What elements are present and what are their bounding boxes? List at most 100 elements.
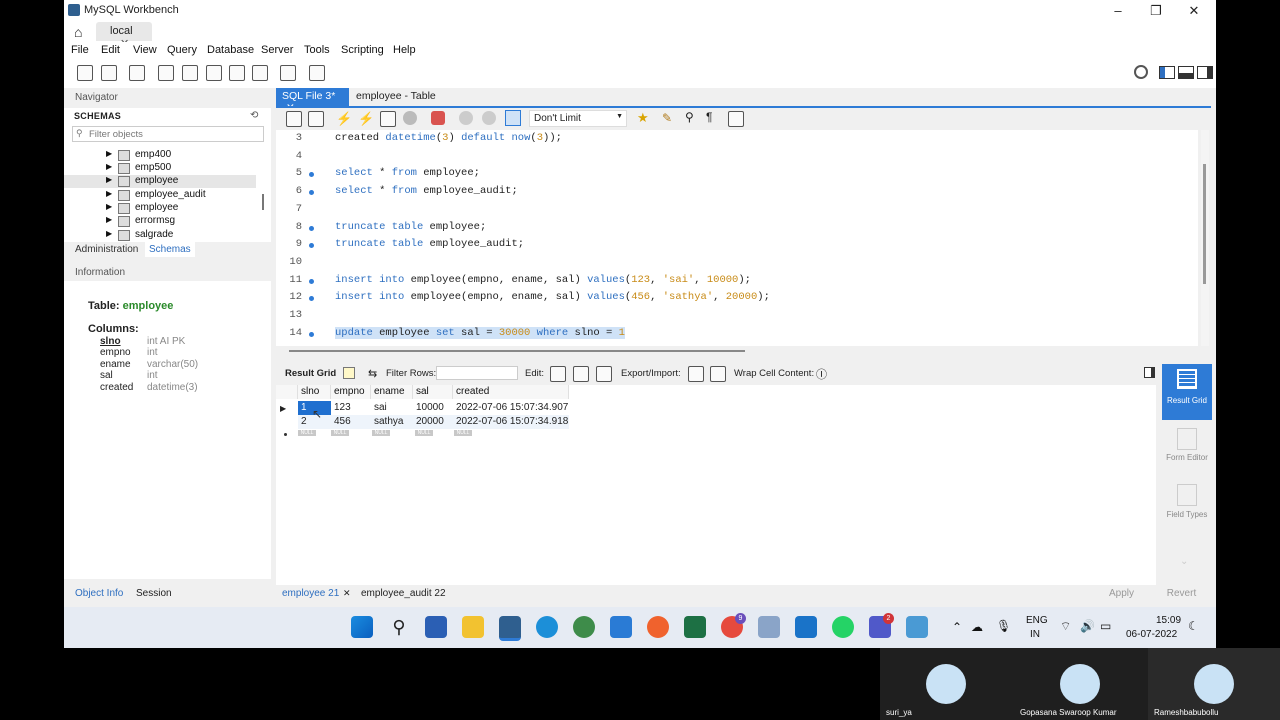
limit-select[interactable]: Don't Limit ▼: [529, 110, 627, 127]
menu-server[interactable]: Server: [261, 44, 293, 56]
save-icon[interactable]: [308, 111, 324, 127]
field-types-side-button[interactable]: Field Types: [1162, 482, 1212, 528]
column-header[interactable]: slno: [298, 385, 331, 399]
grid-cell[interactable]: 10000: [413, 401, 453, 415]
stop-icon[interactable]: [403, 111, 417, 125]
revert-button[interactable]: Revert: [1154, 588, 1209, 599]
menu-edit[interactable]: Edit: [101, 44, 120, 56]
tree-item-selected[interactable]: ▶ employee: [64, 175, 256, 188]
participant-tile[interactable]: suri_ya: [880, 648, 1014, 720]
volume-icon[interactable]: 🔊: [1080, 619, 1095, 633]
language-eng[interactable]: ENG: [1026, 615, 1048, 626]
grid-cell[interactable]: sai: [371, 401, 413, 415]
notepad-icon[interactable]: [906, 616, 928, 638]
tree-item[interactable]: ▶ emp400: [64, 149, 256, 162]
tab-employee-table[interactable]: employee - Table: [350, 88, 450, 106]
vscroll-thumb[interactable]: [1203, 164, 1206, 284]
filter-rows-input[interactable]: [436, 366, 518, 380]
column-header[interactable]: sal: [413, 385, 453, 399]
refresh-schemas-icon[interactable]: ⟲: [250, 110, 258, 121]
inspector-icon[interactable]: [129, 65, 145, 81]
delete-row-icon[interactable]: [596, 366, 612, 382]
tab-employee-audit-result[interactable]: employee_audit 22: [361, 588, 446, 599]
grid-cell[interactable]: 123: [331, 401, 371, 415]
participant-tile[interactable]: Rameshbabubollu: [1148, 648, 1280, 720]
tab-session[interactable]: Session: [136, 588, 172, 599]
create-procedure-icon[interactable]: [229, 65, 245, 81]
new-sql-tab-icon[interactable]: [77, 65, 93, 81]
wrap-cell-icon[interactable]: Ⓘ: [816, 366, 827, 382]
add-row-icon[interactable]: [573, 366, 589, 382]
execute-current-icon[interactable]: ⚡: [358, 111, 374, 127]
editor-hscroll-thumb[interactable]: [289, 350, 745, 352]
vscode-icon[interactable]: [610, 616, 632, 638]
rollback-icon[interactable]: [482, 111, 496, 125]
column-header[interactable]: empno: [331, 385, 371, 399]
apply-button[interactable]: Apply: [1094, 588, 1149, 599]
search-table-data-icon[interactable]: [280, 65, 296, 81]
close-window-button[interactable]: ✕: [1186, 3, 1202, 19]
whatsapp-icon[interactable]: [832, 616, 854, 638]
code-line[interactable]: 11 insert into employee(empno, ename, sal…: [276, 274, 1198, 290]
grid-cell[interactable]: 20000: [413, 415, 453, 429]
grid-cell[interactable]: 2022-07-06 15:07:34.907: [453, 401, 569, 415]
open-sql-script-icon[interactable]: [101, 65, 117, 81]
find-icon[interactable]: ⚲: [685, 110, 694, 124]
code-line[interactable]: 14 update employee set sal = 30000 where …: [276, 326, 1198, 343]
create-function-icon[interactable]: [252, 65, 268, 81]
tree-item[interactable]: ▶ employee_audit: [64, 189, 256, 202]
minimize-button[interactable]: –: [1110, 3, 1126, 18]
file-explorer-icon[interactable]: [462, 616, 484, 638]
favorite-icon[interactable]: ★: [637, 110, 649, 126]
create-table-icon[interactable]: [182, 65, 198, 81]
tree-item[interactable]: ▶ salgrade: [64, 229, 256, 242]
null-badge[interactable]: NULL: [415, 430, 433, 436]
code-line[interactable]: 10: [276, 256, 1198, 272]
moon-icon[interactable]: ☾: [1188, 619, 1199, 633]
start-icon[interactable]: [351, 616, 373, 638]
commit-icon[interactable]: [459, 111, 473, 125]
cloud-icon[interactable]: ☁: [971, 620, 983, 634]
create-view-icon[interactable]: [206, 65, 222, 81]
code-line[interactable]: 13: [276, 309, 1198, 325]
import-icon[interactable]: [710, 366, 726, 382]
tab-administration[interactable]: Administration: [75, 244, 138, 255]
code-line[interactable]: 3 created datetime(3) default now(3));: [276, 132, 1198, 148]
chevron-down-icon[interactable]: ⌄: [1180, 556, 1188, 567]
null-badge[interactable]: NULL: [298, 430, 316, 436]
search-icon[interactable]: ⚲: [388, 616, 410, 638]
menu-database[interactable]: Database: [207, 44, 254, 56]
menu-query[interactable]: Query: [167, 44, 197, 56]
menu-scripting[interactable]: Scripting: [341, 44, 384, 56]
reconnect-icon[interactable]: [309, 65, 325, 81]
participant-tile[interactable]: Gopasana Swaroop Kumar: [1014, 648, 1148, 720]
grid-cell[interactable]: sathya: [371, 415, 413, 429]
menu-help[interactable]: Help: [393, 44, 416, 56]
postman-icon[interactable]: [647, 616, 669, 638]
code-line[interactable]: 4: [276, 150, 1198, 166]
code-line[interactable]: 12 insert into employee(empno, ename, sal…: [276, 291, 1198, 307]
chevron-up-icon[interactable]: ⌃: [952, 620, 962, 634]
code-line[interactable]: 8 truncate table employee;: [276, 221, 1198, 237]
menu-tools[interactable]: Tools: [304, 44, 330, 56]
beautify-icon[interactable]: ✎: [662, 111, 672, 125]
code-line[interactable]: 7: [276, 203, 1198, 219]
column-header[interactable]: ename: [371, 385, 413, 399]
language-in[interactable]: IN: [1030, 629, 1040, 640]
tab-schemas[interactable]: Schemas: [145, 242, 195, 257]
battery-icon[interactable]: ▭: [1100, 619, 1111, 633]
excel-icon[interactable]: [684, 616, 706, 638]
clock-time[interactable]: 15:09: [1156, 615, 1181, 626]
tree-item[interactable]: ▶ employee: [64, 202, 256, 215]
grid-cell[interactable]: 2022-07-06 15:07:34.918: [453, 415, 569, 429]
toggle-output-icon[interactable]: [1178, 66, 1194, 79]
null-badge[interactable]: NULL: [331, 430, 349, 436]
settings-app-icon[interactable]: [758, 616, 780, 638]
grid-cell[interactable]: 456: [331, 415, 371, 429]
expand-arrow-icon[interactable]: ▶: [106, 175, 112, 184]
autocommit-icon[interactable]: [505, 110, 521, 126]
video-app-icon[interactable]: [795, 616, 817, 638]
tree-item[interactable]: ▶ emp500: [64, 162, 256, 175]
toggle-error-icon[interactable]: [431, 111, 445, 125]
column-header[interactable]: created: [453, 385, 569, 399]
